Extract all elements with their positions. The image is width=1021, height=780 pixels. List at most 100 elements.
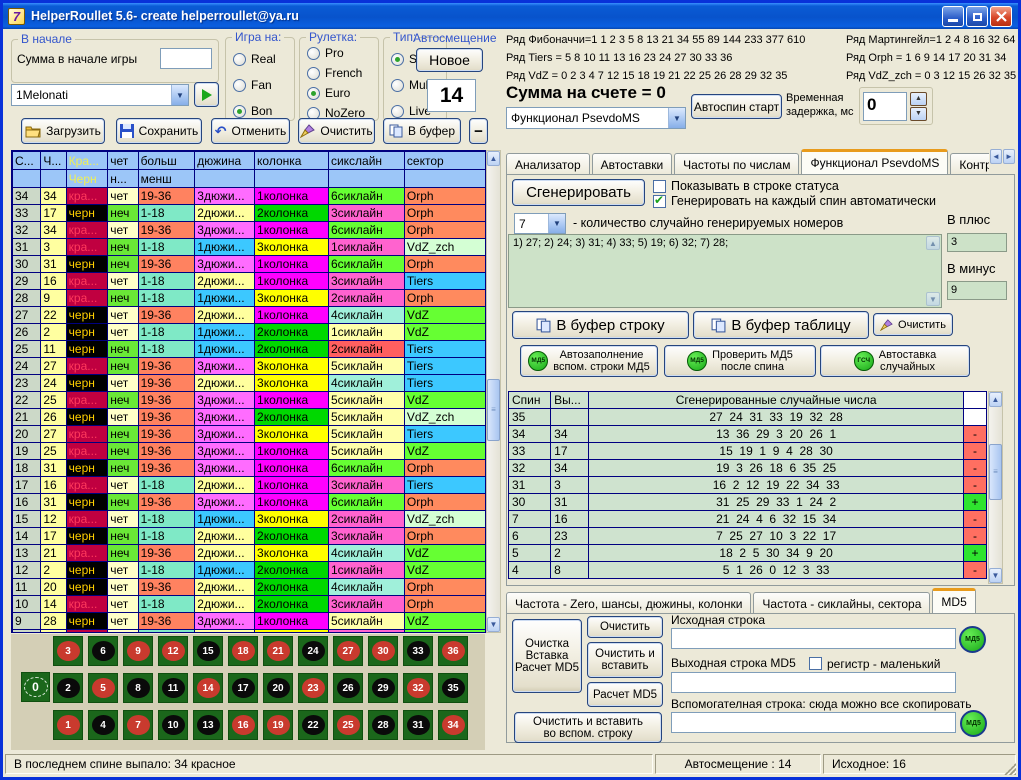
table-row[interactable]: 122чернчет1-181дюжи...2колонка1сиклайнVd… [13,562,486,579]
board-cell-18[interactable]: 18 [228,636,258,666]
history-cell[interactable]: 1колонка [255,392,329,409]
history-cell[interactable]: 3сиклайн [328,273,404,290]
table-row[interactable]: 2511черннеч1-181дюжи...2колонка2сиклайнT… [13,341,486,358]
history-cell[interactable]: неч [108,392,138,409]
board-cell-12[interactable]: 12 [158,636,188,666]
maximize-button[interactable] [966,6,988,27]
radio-circle-icon[interactable] [391,105,404,118]
history-cell[interactable]: 1сиклайн [328,324,404,341]
tab-5[interactable]: Контроль банкро [950,153,989,175]
history-cell[interactable]: чет [108,222,138,239]
board-cell-24[interactable]: 24 [298,636,328,666]
undo-button[interactable]: ↶ Отменить [211,118,290,144]
history-cell[interactable]: чет [108,630,138,634]
spin-table-scrollbar[interactable]: ▲ ≡ ▼ [988,391,1003,584]
history-cell[interactable]: 1колонка [255,613,329,630]
history-cell[interactable]: 2колонка [255,579,329,596]
history-cell[interactable]: черн [66,307,108,324]
history-cell[interactable]: VdZ [404,613,485,630]
history-cell[interactable]: 26 [41,409,66,426]
history-cell[interactable]: 26 [13,324,41,341]
radio-circle-icon[interactable] [391,53,404,66]
history-cell[interactable]: 3дюжи... [195,222,255,239]
history-table[interactable]: С...Ч...Кра...четбольшдюжинаколонкасиксл… [12,151,486,633]
history-cell[interactable]: 19-36 [138,375,195,392]
history-cell[interactable]: 2сиклайн [328,511,404,528]
history-cell[interactable]: чет [108,477,138,494]
table-row[interactable]: 1512кра...чет1-181дюжи...3колонка2сиклай… [13,511,486,528]
board-cell-20[interactable]: 20 [263,673,293,703]
history-cell[interactable]: Orph [404,494,485,511]
history-cell[interactable]: чет [108,307,138,324]
history-cell[interactable]: 1дюжи... [195,562,255,579]
history-cell[interactable]: 1колонка [255,273,329,290]
scroll-thumb[interactable]: ≡ [989,444,1002,500]
history-cell[interactable]: 34 [41,222,66,239]
board-cell-36[interactable]: 36 [438,636,468,666]
history-cell[interactable]: 12 [13,562,41,579]
board-cell-32[interactable]: 32 [403,673,433,703]
history-cell[interactable]: кра... [66,392,108,409]
table-row[interactable]: 71621 24 4 6 32 15 34- [509,511,987,528]
history-cell[interactable]: 21 [41,545,66,562]
history-cell[interactable]: 2дюжи... [195,477,255,494]
history-cell[interactable]: 3колонка [255,630,329,634]
history-cell[interactable]: 1-18 [138,562,195,579]
history-cell[interactable]: 3 [41,239,66,256]
history-cell[interactable]: 2 [41,562,66,579]
spin-up-icon[interactable]: ▲ [910,92,927,106]
history-cell[interactable]: 2дюжи... [195,579,255,596]
history-cell[interactable]: неч [108,205,138,222]
history-cell[interactable]: 5сиклайн [328,409,404,426]
md5-calc-icon-button[interactable]: МД5 [959,626,986,653]
history-cell[interactable]: 3колонка [255,358,329,375]
board-cell-5[interactable]: 5 [88,673,118,703]
history-cell[interactable]: 14 [41,596,66,613]
history-cell[interactable]: кра... [66,545,108,562]
history-cell[interactable]: 27 [13,307,41,324]
board-cell-14[interactable]: 14 [193,673,223,703]
autofill-md5-button[interactable]: МД5Автозаполнение вспом. строки МД5 [520,345,658,377]
history-cell[interactable]: черн [66,562,108,579]
table-row[interactable]: 289кра...неч1-181дюжи...3колонка2сиклайн… [13,290,486,307]
history-scrollbar[interactable]: ▲ ≡ ▼ [486,150,501,633]
history-cell[interactable]: 19-36 [138,307,195,324]
history-header[interactable]: Черн [66,170,108,188]
history-cell[interactable]: 3дюжи... [195,494,255,511]
history-cell[interactable]: 1колонка [255,443,329,460]
history-cell[interactable]: 2дюжи... [195,273,255,290]
history-cell[interactable]: 18 [13,460,41,477]
md5-clear-button[interactable]: Очистить [587,616,663,638]
delay-input[interactable]: 0 [863,92,907,121]
history-cell[interactable]: 1-18 [138,273,195,290]
history-header[interactable]: Кра... [66,152,108,170]
history-cell[interactable]: 1-18 [138,324,195,341]
history-header[interactable]: дюжина [195,152,255,170]
scroll-up-icon[interactable]: ▲ [487,151,500,166]
history-cell[interactable]: кра... [66,477,108,494]
radio-circle-icon[interactable] [307,67,320,80]
history-cell[interactable]: кра... [66,630,108,634]
board-cell-0[interactable]: 0 [21,672,50,702]
history-cell[interactable]: 2сиклайн [328,290,404,307]
history-cell[interactable]: черн [66,409,108,426]
history-cell[interactable]: 1колонка [255,256,329,273]
chevron-down-icon[interactable]: ▼ [668,108,685,128]
history-cell[interactable]: 6сиклайн [328,222,404,239]
close-button[interactable] [990,6,1012,27]
history-cell[interactable]: 2колонка [255,562,329,579]
auto-generate-checkbox[interactable] [653,195,666,208]
history-cell[interactable]: 2колонка [255,205,329,222]
history-cell[interactable]: чет [108,409,138,426]
history-cell[interactable]: 20 [41,579,66,596]
table-row[interactable]: 2916кра...чет1-182дюжи...1колонка3сиклай… [13,273,486,290]
spin-down-icon[interactable]: ▼ [910,107,927,121]
table-row[interactable]: 1631черннеч19-363дюжи...1колонка6сиклайн… [13,494,486,511]
history-header[interactable]: С... [13,152,41,170]
history-cell[interactable]: неч [108,290,138,307]
radio-circle-icon[interactable] [233,79,246,92]
history-cell[interactable]: 3дюжи... [195,460,255,477]
history-cell[interactable]: кра... [66,443,108,460]
history-cell[interactable]: неч [108,358,138,375]
history-cell[interactable]: Orph [404,222,485,239]
